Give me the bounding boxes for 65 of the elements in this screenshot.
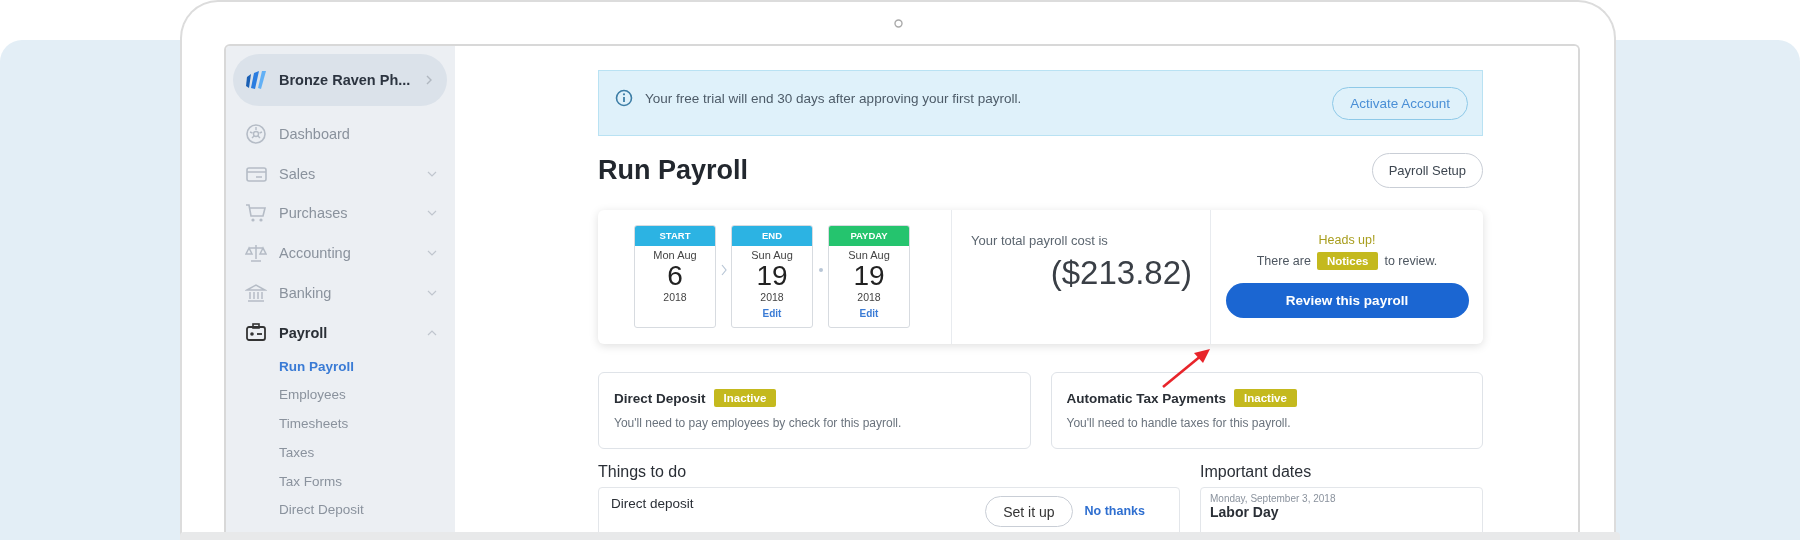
date-weekday-month: Sun Aug bbox=[847, 249, 891, 261]
date-day: 19 bbox=[732, 261, 812, 291]
page-title: Run Payroll bbox=[598, 155, 749, 186]
date-year: 2018 bbox=[662, 291, 688, 303]
status-badge: Inactive bbox=[713, 389, 777, 407]
cost-label: Your total payroll cost is bbox=[971, 233, 1109, 248]
status-badge: Inactive bbox=[1234, 389, 1297, 407]
company-switcher[interactable]: Bronze Raven Ph... bbox=[233, 54, 447, 106]
dashboard-icon bbox=[245, 122, 267, 145]
company-name: Bronze Raven Ph... bbox=[279, 72, 412, 88]
date-weekday-month: Sun Aug bbox=[750, 249, 794, 261]
payroll-setup-button[interactable]: Payroll Setup bbox=[1371, 153, 1483, 188]
card-title: Direct Deposit bbox=[614, 390, 706, 406]
sidebar-item[interactable]: Payroll bbox=[233, 313, 447, 353]
chevron-right-icon bbox=[720, 264, 727, 276]
edit-link[interactable]: Edit bbox=[762, 308, 782, 319]
notices-badge: Notices bbox=[1316, 252, 1379, 270]
event-date: Monday, September 3, 2018 bbox=[1210, 493, 1336, 504]
info-icon bbox=[615, 89, 633, 107]
chevron-down-icon bbox=[427, 170, 437, 177]
heads-up-label: Heads up! bbox=[1318, 233, 1376, 247]
date-label: END bbox=[732, 226, 812, 246]
sidebar-subitem[interactable]: Taxes bbox=[279, 438, 315, 468]
sidebar-item[interactable]: Banking bbox=[233, 273, 447, 313]
card-description: You'll need to pay employees by check for this payroll. bbox=[614, 416, 903, 430]
date-label: START bbox=[635, 226, 715, 246]
card-title: Automatic Tax Payments bbox=[1066, 390, 1227, 406]
scale-icon bbox=[245, 242, 267, 265]
chevron-up-icon bbox=[427, 329, 437, 336]
chevron-down-icon bbox=[427, 210, 437, 217]
section-heading: Things to do bbox=[598, 463, 688, 481]
id-card-icon bbox=[245, 321, 267, 344]
sidebar-subitem[interactable]: Employees bbox=[279, 381, 346, 411]
date-day: 19 bbox=[829, 261, 909, 291]
camera-icon bbox=[893, 18, 903, 28]
sidebar-item[interactable]: Sales bbox=[233, 153, 447, 194]
sidebar-item[interactable]: Dashboard bbox=[233, 114, 447, 154]
edit-link[interactable]: Edit bbox=[859, 308, 879, 319]
chevron-down-icon bbox=[427, 290, 437, 297]
sidebar-subitem[interactable]: Run Payroll bbox=[279, 352, 354, 382]
notice-text: to review. bbox=[1384, 254, 1438, 268]
sidebar-subitem[interactable]: Timesheets bbox=[279, 410, 349, 439]
todo-title: Direct deposit bbox=[611, 496, 695, 511]
date-day: 6 bbox=[635, 261, 715, 291]
no-thanks-link[interactable]: No thanks bbox=[1084, 504, 1145, 518]
sidebar-subitem[interactable]: Tax Forms bbox=[279, 467, 342, 497]
banner-message: Your free trial will end 30 days after approving your first payroll. bbox=[645, 90, 1023, 106]
chevron-down-icon bbox=[427, 250, 437, 257]
set-it-up-button[interactable]: Set it up bbox=[985, 496, 1073, 527]
sidebar-subitem[interactable]: Direct Deposit bbox=[279, 496, 364, 525]
event-title: Labor Day bbox=[1210, 504, 1279, 520]
notice-text: There are bbox=[1256, 254, 1311, 268]
bank-icon bbox=[245, 282, 267, 305]
total-cost: ($213.82) bbox=[1050, 254, 1192, 292]
chevron-right-icon bbox=[425, 74, 433, 86]
date-year: 2018 bbox=[759, 291, 785, 303]
dot-icon bbox=[818, 268, 823, 272]
review-payroll-button[interactable]: Review this payroll bbox=[1225, 283, 1469, 318]
card-description: You'll need to handle taxes for this payroll. bbox=[1066, 416, 1292, 430]
date-year: 2018 bbox=[856, 291, 882, 303]
date-weekday-month: Mon Aug bbox=[652, 249, 698, 261]
sidebar-item[interactable]: Accounting bbox=[233, 233, 447, 274]
section-heading: Important dates bbox=[1200, 463, 1313, 481]
date-label: PAYDAY bbox=[829, 226, 909, 246]
sidebar-item[interactable]: Purchases bbox=[233, 193, 447, 234]
